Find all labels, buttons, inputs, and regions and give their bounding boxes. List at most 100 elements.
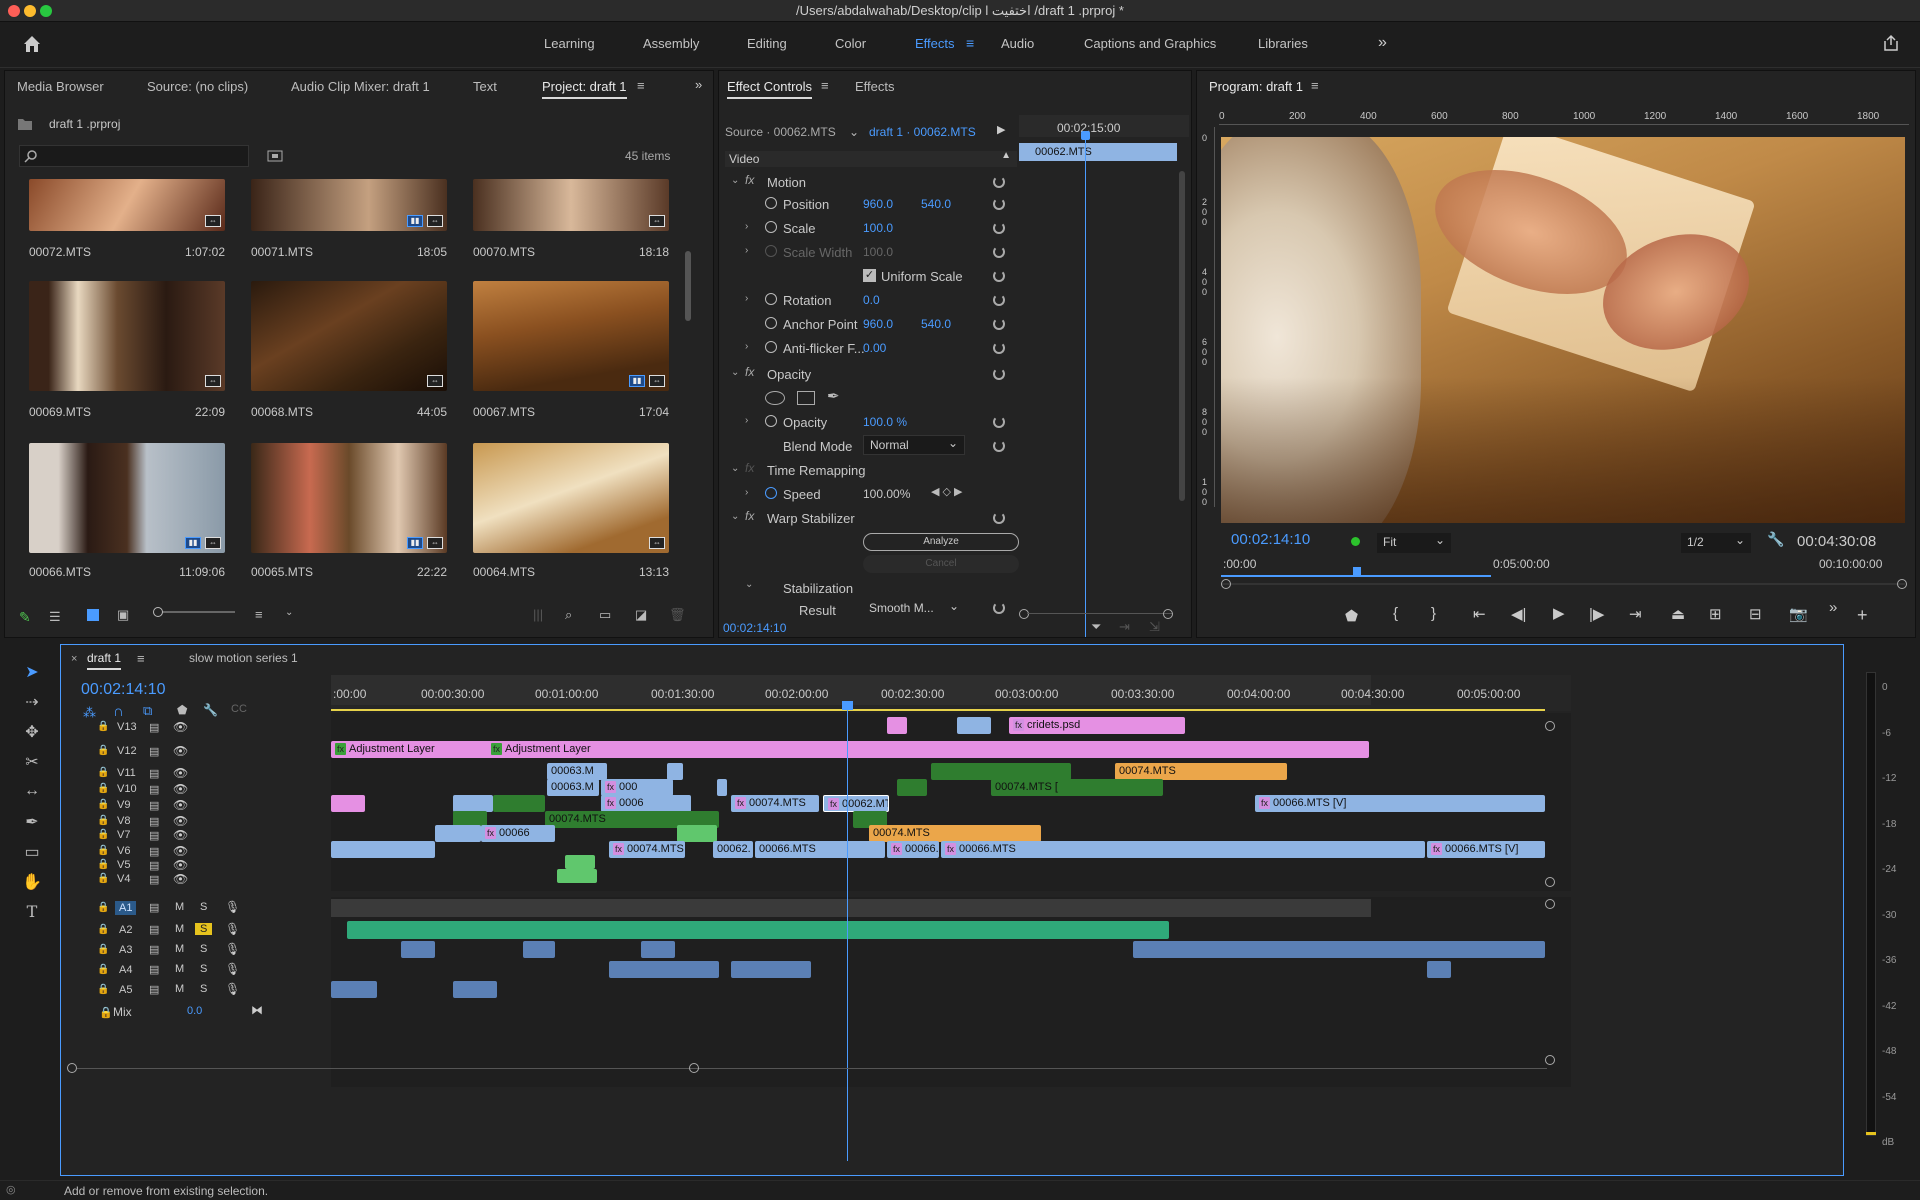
expand-toggle[interactable]: ›: [745, 341, 748, 352]
eye-icon[interactable]: 👁: [173, 814, 188, 828]
reset-icon[interactable]: [993, 416, 1005, 428]
track-name[interactable]: V9: [117, 799, 130, 811]
video-clip[interactable]: fx 00066.MTS [V]: [1255, 795, 1545, 812]
sync-lock-icon[interactable]: ▤: [149, 829, 159, 842]
solo-button[interactable]: S: [195, 943, 212, 955]
speed-value[interactable]: 100.00%: [863, 487, 910, 501]
solo-button[interactable]: S: [195, 901, 212, 913]
reset-icon[interactable]: [993, 246, 1005, 258]
position-y[interactable]: 540.0: [921, 197, 951, 211]
lock-icon[interactable]: 🔒: [97, 767, 109, 778]
hand-icon[interactable]: ✋: [20, 872, 44, 894]
clip-thumbnail[interactable]: ⇔: [473, 179, 669, 231]
video-clip[interactable]: fx 0006: [601, 795, 691, 812]
step-back-icon[interactable]: ◀|: [1511, 605, 1526, 623]
marker-icon[interactable]: ⬟: [1345, 607, 1358, 625]
share-icon[interactable]: [1882, 34, 1900, 52]
zoom-handle-left[interactable]: [1019, 609, 1029, 619]
uniform-scale-checkbox[interactable]: ✓: [863, 269, 876, 282]
list-view-icon[interactable]: ☰: [49, 609, 61, 625]
ellipse-mask-icon[interactable]: [765, 391, 785, 405]
playhead-handle[interactable]: [842, 701, 853, 710]
stopwatch-icon[interactable]: [765, 293, 777, 305]
nest-icon[interactable]: ⁂: [83, 705, 96, 721]
lock-icon[interactable]: 🔒: [97, 721, 109, 732]
tab-sequence-draft1[interactable]: draft 1: [87, 651, 122, 670]
expand-toggle[interactable]: ⌄: [731, 175, 739, 186]
reset-icon[interactable]: [993, 602, 1005, 614]
track-name[interactable]: A4: [115, 963, 136, 977]
mini-playhead[interactable]: [1353, 567, 1361, 577]
play-only-audio-icon[interactable]: ▶: [997, 123, 1005, 136]
lock-icon[interactable]: 🔒: [99, 1006, 113, 1019]
result-select[interactable]: Smooth M... ⌄: [863, 599, 965, 619]
scale-value[interactable]: 100.0: [863, 221, 893, 235]
video-clip[interactable]: 00074.MTS: [869, 825, 1041, 842]
video-clip[interactable]: [957, 717, 991, 734]
ec-timecode[interactable]: 00:02:14:10: [723, 621, 786, 635]
zoom-handle-left[interactable]: [67, 1063, 77, 1073]
panel-overflow-icon[interactable]: »: [695, 77, 702, 92]
video-clip[interactable]: [331, 841, 435, 858]
clip-thumbnail[interactable]: ▮▮ ⇔: [251, 443, 447, 553]
mute-button[interactable]: M: [175, 963, 184, 975]
export-frame-icon[interactable]: 📷: [1789, 605, 1808, 623]
clip-thumbnail[interactable]: ▮▮ ⇔: [29, 443, 225, 553]
fx-icon[interactable]: fx: [745, 173, 754, 187]
fx-icon[interactable]: fx: [745, 365, 754, 379]
microphone-icon[interactable]: 🎙: [225, 942, 240, 956]
sync-lock-icon[interactable]: ▤: [149, 923, 159, 936]
button-editor-icon[interactable]: +: [1857, 605, 1868, 626]
track-name[interactable]: V13: [117, 721, 137, 733]
lock-icon[interactable]: 🔒: [97, 944, 109, 955]
lock-icon[interactable]: 🔒: [97, 815, 109, 826]
audio-clip[interactable]: [731, 961, 811, 978]
tab-media-browser[interactable]: Media Browser: [17, 79, 104, 94]
rectangle-mask-icon[interactable]: [797, 391, 815, 405]
sync-lock-icon[interactable]: ▤: [149, 943, 159, 956]
program-title[interactable]: Program: draft 1: [1209, 79, 1303, 97]
chevron-down-icon[interactable]: ⌄: [849, 125, 859, 139]
more-buttons-icon[interactable]: »: [1829, 599, 1837, 616]
track-name[interactable]: A1: [115, 901, 137, 915]
fx-icon[interactable]: fx: [745, 509, 754, 523]
snap-icon[interactable]: ∩: [113, 703, 124, 720]
analyze-button[interactable]: Analyze: [863, 533, 1019, 551]
zoom-handle-right[interactable]: [1897, 579, 1907, 589]
audio-clip[interactable]: [331, 981, 377, 998]
mute-button[interactable]: M: [175, 923, 184, 935]
expand-toggle[interactable]: ›: [745, 487, 748, 498]
freeform-view-icon[interactable]: ▣: [117, 607, 129, 623]
workspace-menu-icon[interactable]: ≡: [966, 35, 974, 51]
linked-selection-icon[interactable]: ⧉: [143, 703, 152, 719]
scrollbar[interactable]: [1179, 171, 1185, 501]
reset-icon[interactable]: [993, 512, 1005, 524]
keyframe-nav-icon[interactable]: ◀ ◇ ▶: [931, 485, 963, 498]
razor-icon[interactable]: ✂: [20, 752, 44, 774]
video-clip[interactable]: [717, 779, 727, 796]
ec-timeline-ruler[interactable]: 00:02:15:00: [1019, 115, 1189, 137]
reset-icon[interactable]: [993, 270, 1005, 282]
zoom-handle-left[interactable]: [1221, 579, 1231, 589]
zoom-handle-right[interactable]: [1163, 609, 1173, 619]
tab-audio-clip-mixer[interactable]: Audio Clip Mixer: draft 1: [291, 79, 430, 94]
audio-clip[interactable]: [401, 941, 435, 958]
sync-lock-icon[interactable]: ▤: [149, 745, 159, 758]
lock-icon[interactable]: 🔒: [97, 783, 109, 794]
tab-text[interactable]: Text: [473, 79, 497, 94]
audio-clip[interactable]: [1133, 941, 1545, 958]
track-name[interactable]: A2: [115, 923, 136, 937]
panel-menu-icon[interactable]: ≡: [137, 651, 145, 666]
zoom-slider-handle[interactable]: [153, 607, 163, 617]
lock-icon[interactable]: 🔒: [97, 859, 109, 870]
playhead-line[interactable]: [847, 705, 848, 1161]
type-icon[interactable]: T: [20, 902, 44, 924]
video-clip[interactable]: fx 00074.MTS: [731, 795, 819, 812]
sync-lock-icon[interactable]: ▤: [149, 799, 159, 812]
mute-button[interactable]: M: [175, 983, 184, 995]
video-clip[interactable]: fx 00066: [481, 825, 555, 842]
position-x[interactable]: 960.0: [863, 197, 893, 211]
tab-source[interactable]: Source: (no clips): [147, 79, 248, 94]
stopwatch-icon[interactable]: [765, 317, 777, 329]
collapse-icon[interactable]: ▲: [1001, 150, 1011, 161]
